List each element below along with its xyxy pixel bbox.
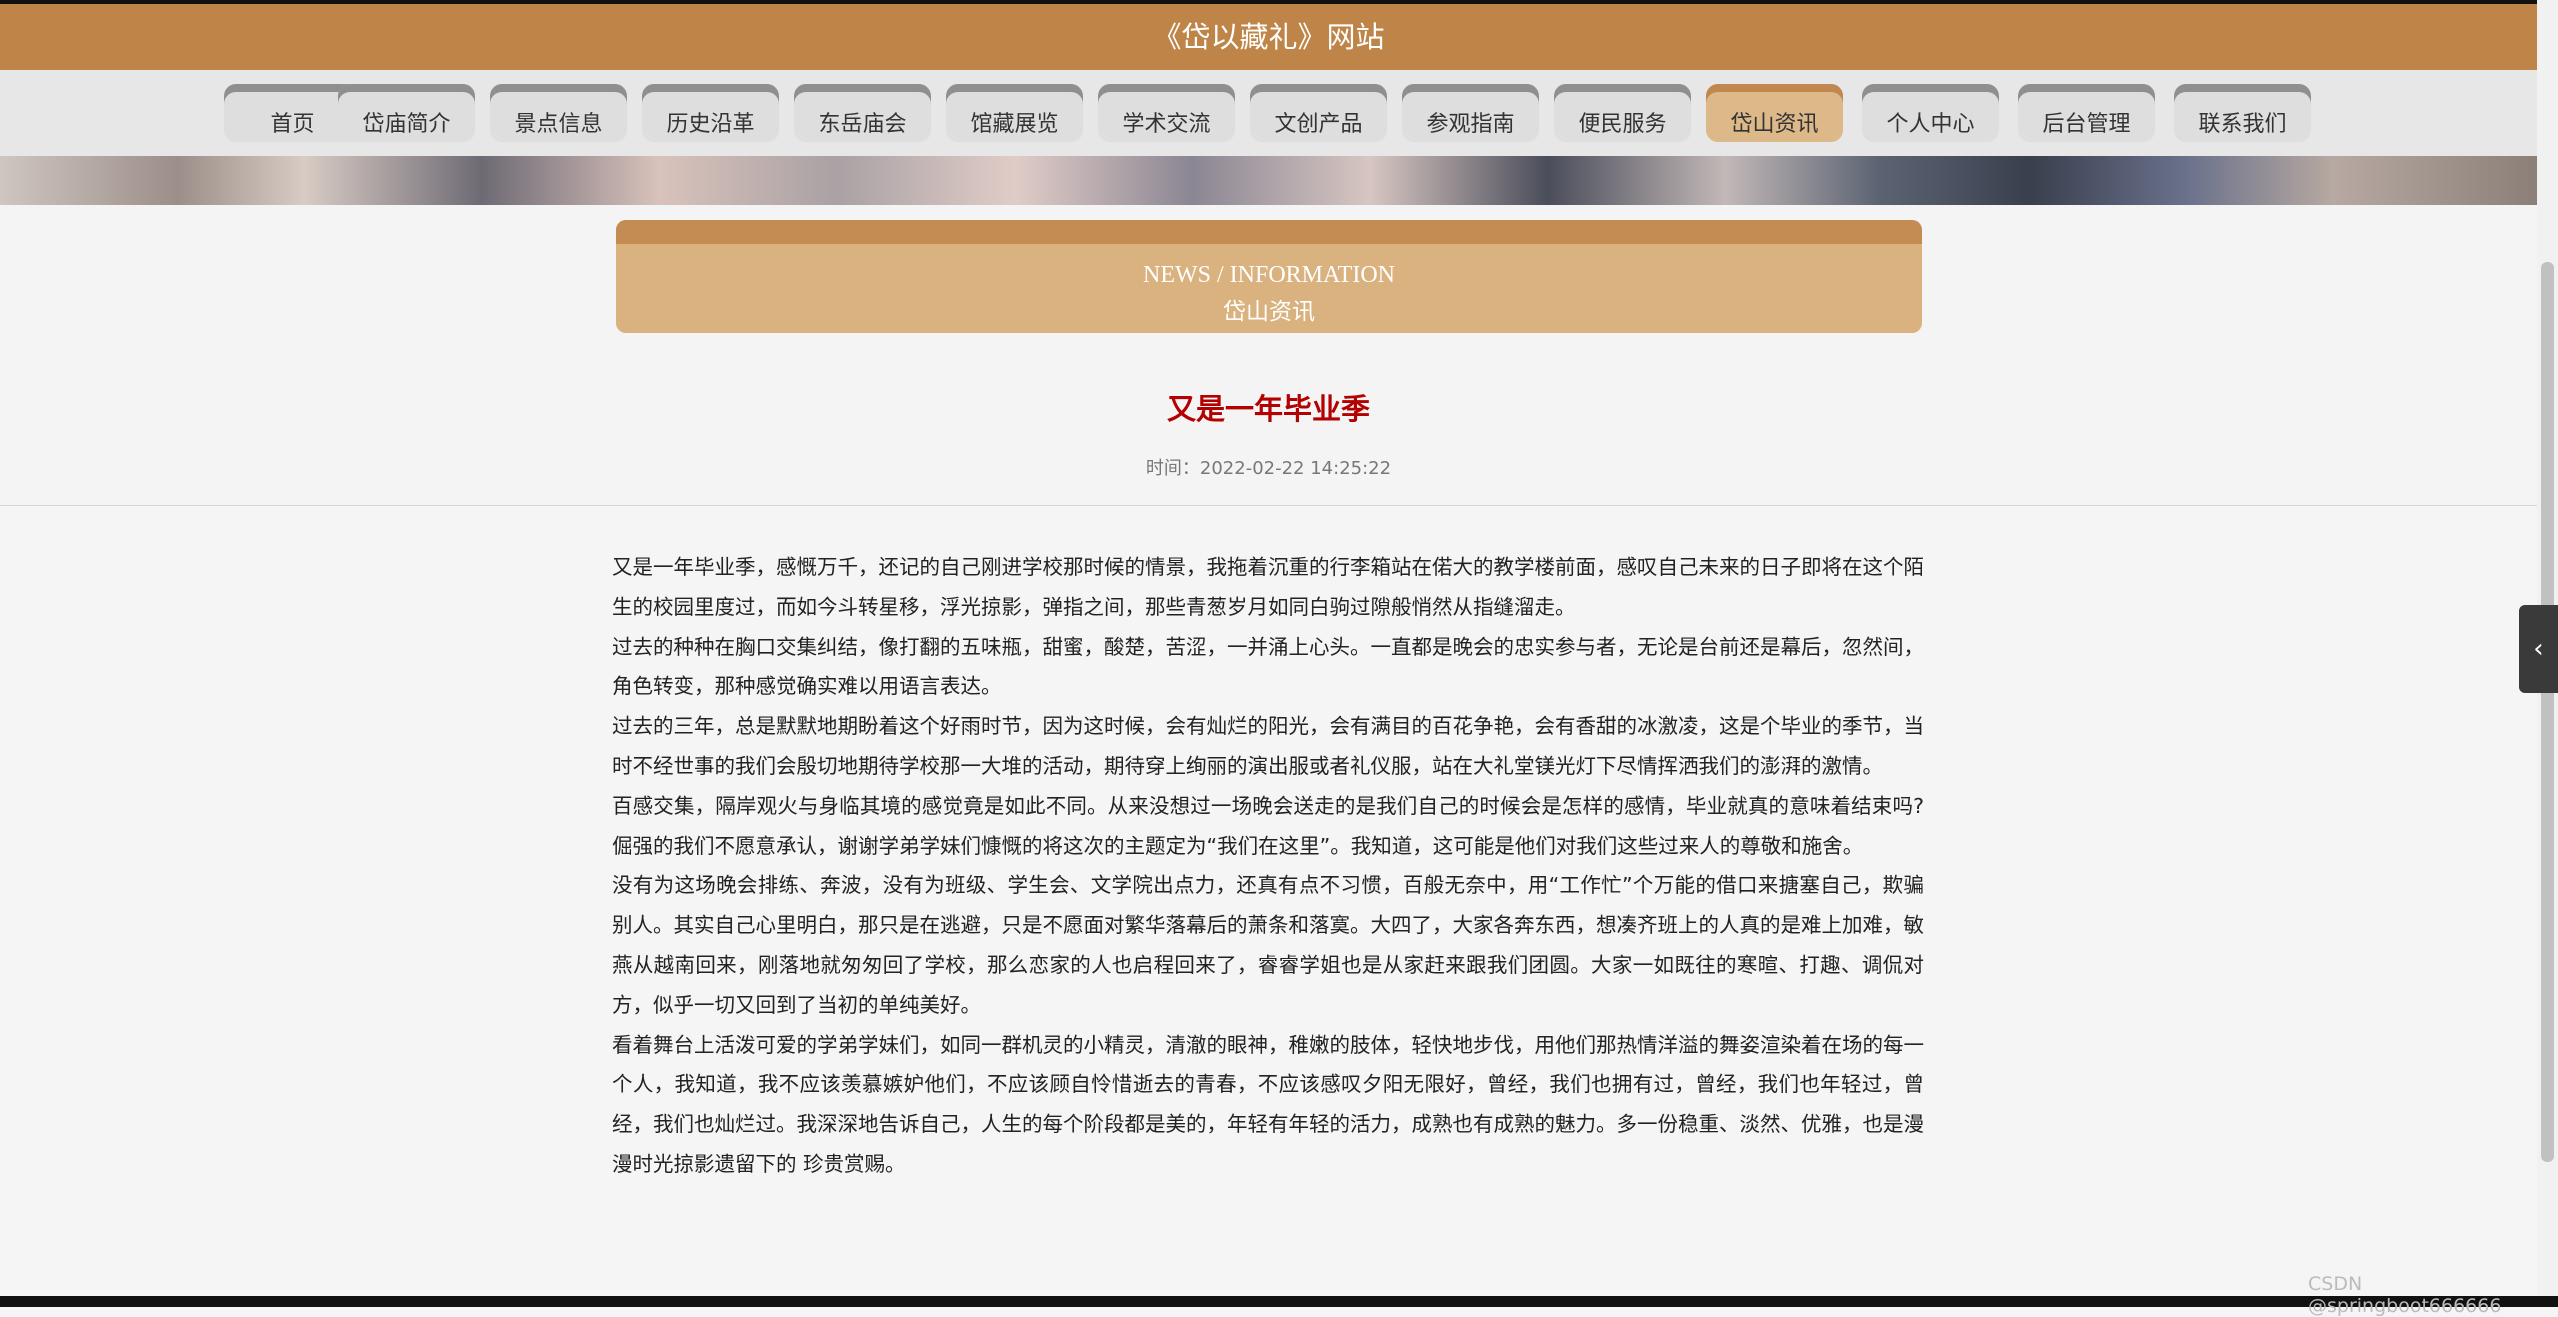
nav-item-personal-center[interactable]: 个人中心: [1862, 84, 1999, 142]
article-paragraph: 看着舞台上活泼可爱的学弟学妹们，如同一群机灵的小精灵，清澈的眼神，稚嫩的肢体，轻…: [612, 1032, 1924, 1176]
site-header: 《岱以藏礼》网站: [0, 4, 2537, 70]
section-heading-box: NEWS / INFORMATION 岱山资讯: [616, 220, 1922, 333]
nav-item-academic[interactable]: 学术交流: [1098, 84, 1235, 142]
article-paragraph: 百感交集，隔岸观火与身临其境的感觉竟是如此不同。从来没想过一场晚会送走的是我们自…: [612, 793, 1924, 858]
nav-item-temple-fair[interactable]: 东岳庙会: [794, 84, 931, 142]
divider: [0, 505, 2537, 506]
article-title: 又是一年毕业季: [1166, 392, 1370, 426]
nav-item-admin[interactable]: 后台管理: [2018, 84, 2155, 142]
nav-item-scenic-spots[interactable]: 景点信息: [490, 84, 627, 142]
article-paragraph: 没有为这场晚会排练、奔波，没有为班级、学生会、文学院出点力，还真有点不习惯，百般…: [612, 873, 1924, 1017]
watermark: CSDN @springboot666666: [2308, 1273, 2502, 1317]
section-heading-bar: [616, 220, 1922, 244]
chevron-left-icon: ‹: [2533, 634, 2544, 664]
nav-item-temple-intro[interactable]: 岱庙简介: [338, 84, 475, 142]
section-title-en: NEWS / INFORMATION: [1143, 262, 1395, 288]
nav-item-news[interactable]: 岱山资讯: [1706, 84, 1843, 142]
article-paragraph: 又是一年毕业季，感慨万千，还记的自己刚进学校那时候的情景，我拖着沉重的行李箱站在…: [612, 555, 1924, 619]
article-paragraph: 过去的种种在胸口交集纠结，像打翻的五味瓶，甜蜜，酸楚，苦涩，一并涌上心头。一直都…: [612, 634, 1924, 699]
side-panel-toggle[interactable]: ‹: [2519, 605, 2558, 693]
bottom-edge: [0, 1296, 2558, 1307]
nav-item-contact[interactable]: 联系我们: [2174, 84, 2311, 142]
nav-item-history[interactable]: 历史沿革: [642, 84, 779, 142]
article-content: 又是一年毕业季，感慨万千，还记的自己刚进学校那时候的情景，我拖着沉重的行李箱站在…: [612, 548, 1924, 1185]
main-nav: 首页 岱庙简介 景点信息 历史沿革 东岳庙会 馆藏展览 学术交流 文创产品 参观…: [0, 70, 2537, 156]
banner-image: [0, 156, 2537, 205]
article-paragraph: 过去的三年，总是默默地期盼着这个好雨时节，因为这时候，会有灿烂的阳光，会有满目的…: [612, 714, 1924, 778]
nav-item-services[interactable]: 便民服务: [1554, 84, 1691, 142]
scrollbar-thumb[interactable]: [2541, 262, 2554, 1162]
site-title: 《岱以藏礼》网站: [1152, 20, 1385, 54]
nav-item-visit-guide[interactable]: 参观指南: [1402, 84, 1539, 142]
article-time: 时间：2022-02-22 14:25:22: [1145, 458, 1392, 479]
section-title-cn: 岱山资讯: [1223, 299, 1315, 325]
nav-item-exhibitions[interactable]: 馆藏展览: [946, 84, 1083, 142]
nav-item-cultural-products[interactable]: 文创产品: [1250, 84, 1387, 142]
